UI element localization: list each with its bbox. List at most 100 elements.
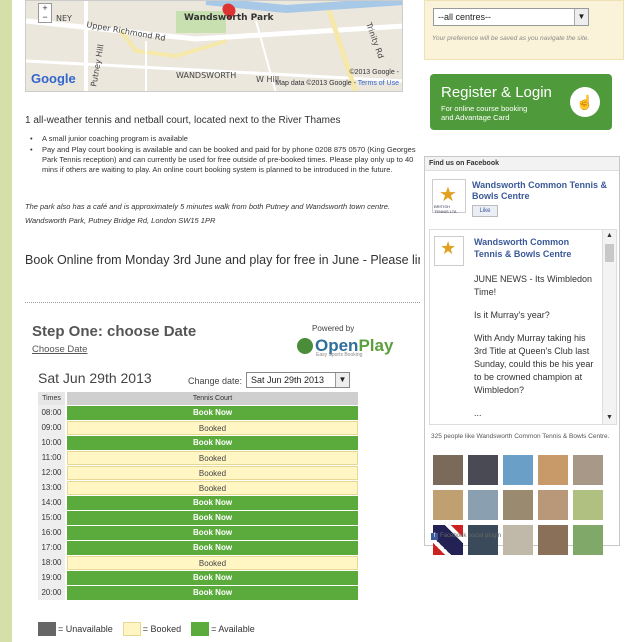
- map-zoom-control[interactable]: + −: [38, 3, 52, 23]
- slot-time: 08:00: [38, 405, 65, 420]
- centre-select[interactable]: --all centres-- ▼: [433, 8, 589, 26]
- slot-time: 17:00: [38, 540, 65, 555]
- times-column-header: Times: [38, 392, 65, 405]
- avatar[interactable]: [538, 490, 568, 520]
- list-item: Pay and Play court booking is available …: [30, 145, 420, 175]
- avatar[interactable]: [573, 455, 603, 485]
- cafe-note: The park also has a café and is approxim…: [25, 202, 391, 211]
- stream-logo[interactable]: ★: [434, 236, 464, 266]
- booked-slot: Booked: [67, 451, 358, 465]
- table-row: 12:00 Booked: [38, 465, 358, 480]
- map-label-wandsworth: WANDSWORTH: [176, 71, 237, 80]
- register-login-button[interactable]: Register & Login For online course booki…: [430, 74, 612, 130]
- slot-time: 15:00: [38, 510, 65, 525]
- table-row: 13:00 Booked: [38, 480, 358, 495]
- table-row: 09:00 Booked: [38, 420, 358, 435]
- scroll-thumb[interactable]: [605, 244, 614, 262]
- slot-time: 18:00: [38, 555, 65, 570]
- court-description: 1 all-weather tennis and netball court, …: [25, 115, 341, 126]
- book-now-button[interactable]: Book Now: [67, 526, 358, 540]
- facebook-like-button[interactable]: Like: [472, 205, 498, 217]
- avatar[interactable]: [433, 455, 463, 485]
- book-now-button[interactable]: Book Now: [67, 586, 358, 600]
- facebook-like-box: Find us on Facebook ★ BRITISH TENNIS LTA…: [424, 156, 620, 555]
- avatar[interactable]: [433, 490, 463, 520]
- facebook-header: Find us on Facebook: [425, 157, 619, 171]
- openplay-tagline: Easy Sports Booking: [316, 352, 363, 358]
- slot-time: 11:00: [38, 450, 65, 465]
- star-icon: ★: [440, 238, 457, 258]
- centre-preference-box: --all centres-- ▼ Your preference will b…: [424, 0, 624, 60]
- slot-table: Times Tennis Court 08:00 Book Now 09:00 Boo…: [38, 392, 358, 600]
- map-copyright: ©2013 Google -: [349, 69, 399, 76]
- register-title: Register & Login: [441, 84, 552, 101]
- book-now-button[interactable]: Book Now: [67, 541, 358, 555]
- choose-date-link[interactable]: Choose Date: [32, 344, 87, 355]
- table-row: 11:00 Booked: [38, 450, 358, 465]
- avatar[interactable]: [468, 525, 498, 555]
- book-now-button[interactable]: Book Now: [67, 406, 358, 420]
- table-row: 10:00 Book Now: [38, 435, 358, 450]
- map-label-ney: NEY: [56, 14, 72, 23]
- stream-page-name[interactable]: Wandsworth Common Tennis & Bowls Centre: [474, 236, 594, 260]
- facebook-stream[interactable]: ★ Wandsworth Common Tennis & Bowls Centr…: [429, 229, 617, 425]
- google-logo[interactable]: Google: [31, 71, 76, 86]
- avatar[interactable]: [433, 525, 463, 555]
- avatar[interactable]: [503, 525, 533, 555]
- book-now-button[interactable]: Book Now: [67, 436, 358, 450]
- availability-legend: = Unavailable = Booked = Available: [38, 622, 255, 636]
- centre-logo[interactable]: ★ BRITISH TENNIS LTA: [432, 179, 466, 214]
- book-now-button[interactable]: Book Now: [67, 496, 358, 510]
- facebook-fan-faces: [433, 455, 613, 560]
- zoom-out-button[interactable]: −: [39, 13, 51, 22]
- avatar[interactable]: [503, 490, 533, 520]
- change-date-select[interactable]: Sat Jun 29th 2013 ▼: [246, 372, 350, 388]
- scroll-up-icon[interactable]: ▲: [603, 230, 616, 242]
- chevron-down-icon: ▼: [574, 9, 588, 25]
- page-left-stripe: [0, 0, 12, 642]
- avatar[interactable]: [538, 455, 568, 485]
- facebook-page-name[interactable]: Wandsworth Common Tennis & Bowls Centre: [472, 180, 612, 202]
- location-map[interactable]: + − NEY Upper Richmond Rd Wandsworth Par…: [25, 0, 403, 92]
- info-bullet-list: A small junior coaching program is avail…: [30, 134, 420, 176]
- avatar[interactable]: [573, 490, 603, 520]
- avatar[interactable]: [573, 525, 603, 555]
- map-data-note: Map data ©2013 Google - Terms of Use: [275, 80, 399, 87]
- table-row: 20:00 Book Now: [38, 585, 358, 600]
- selected-date-title: Sat Jun 29th 2013: [38, 370, 152, 386]
- book-now-button[interactable]: Book Now: [67, 571, 358, 585]
- stream-scrollbar[interactable]: ▲ ▼: [602, 230, 616, 424]
- book-online-message: Book Online from Monday 3rd June and pla…: [25, 253, 420, 267]
- slot-time: 20:00: [38, 585, 65, 600]
- slot-time: 13:00: [38, 480, 65, 495]
- map-label-wandsworth-park: Wandsworth Park: [184, 13, 274, 23]
- unavailable-swatch: [38, 622, 56, 636]
- openplay-ball-icon: [297, 338, 313, 354]
- court-column-header: Tennis Court: [67, 392, 358, 405]
- booked-slot: Booked: [67, 481, 358, 495]
- avatar[interactable]: [503, 455, 533, 485]
- facebook-post: JUNE NEWS - Its Wimbledon Time! Is it Mu…: [474, 274, 594, 418]
- booked-swatch: [122, 622, 141, 636]
- chevron-down-icon: ▼: [335, 373, 349, 387]
- facebook-plugin-note[interactable]: f Facebook social plugin: [431, 533, 503, 540]
- powered-by-label: Powered by: [312, 324, 355, 333]
- table-row: 16:00 Book Now: [38, 525, 358, 540]
- available-swatch: [191, 622, 210, 636]
- slot-time: 19:00: [38, 570, 65, 585]
- divider: [25, 302, 420, 303]
- table-row: 17:00 Book Now: [38, 540, 358, 555]
- register-subtitle: For online course booking and Advantage …: [441, 104, 528, 122]
- table-row: 19:00 Book Now: [38, 570, 358, 585]
- pointer-hand-icon: ☝: [570, 87, 600, 117]
- slot-table-header: Times Tennis Court: [38, 392, 358, 405]
- terms-of-use-link[interactable]: Terms of Use: [358, 80, 399, 87]
- preference-note: Your preference will be saved as you nav…: [432, 35, 590, 42]
- slot-time: 14:00: [38, 495, 65, 510]
- legend-unavailable: = Unavailable: [58, 624, 113, 634]
- avatar[interactable]: [468, 455, 498, 485]
- avatar[interactable]: [538, 525, 568, 555]
- scroll-down-icon[interactable]: ▼: [603, 412, 616, 424]
- avatar[interactable]: [468, 490, 498, 520]
- book-now-button[interactable]: Book Now: [67, 511, 358, 525]
